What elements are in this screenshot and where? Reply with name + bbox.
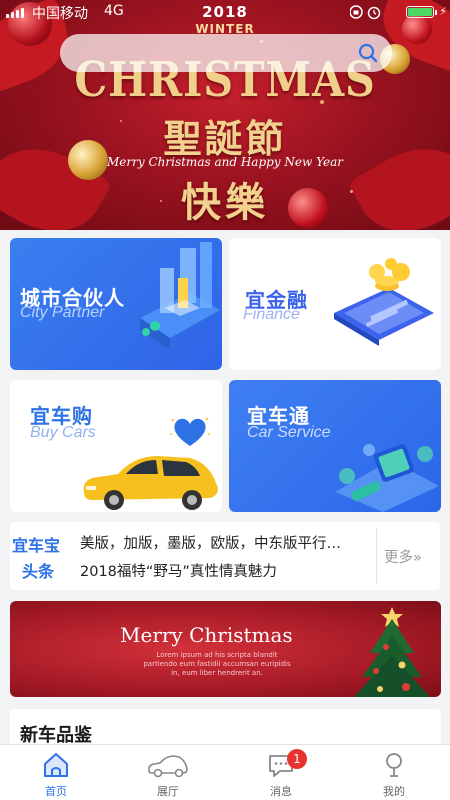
promo-subtitle: Lorem ipsum ad his scripta blandit parti… [143,651,291,677]
news-headline[interactable]: 2018福特“野马”真性情真魅力 [80,560,376,581]
news-logo-line2: 头条 [22,562,55,581]
charging-icon: ⚡ [439,5,447,18]
tab-showroom[interactable]: 展厅 [112,745,224,800]
tab-label: 展厅 [157,785,179,798]
search-icon[interactable] [358,43,378,63]
status-bar: 中国移动 4G ⚡ [0,0,450,24]
news-ticker[interactable]: 宜车宝 头条 美版，加版，墨版，欧版，中东版平行… 2018福特“野马”真性情真… [10,522,440,590]
city-partner-card[interactable]: 城市合伙人 City Partner [10,238,222,370]
signal-icon [6,6,28,18]
tab-home[interactable]: 首页 [0,745,112,800]
carrier-name: 中国移动 [32,6,88,22]
city-illustration [140,242,220,350]
status-icons [350,5,381,20]
card-subtitle: Buy Cars [30,424,96,441]
tab-profile[interactable]: 我的 [338,745,450,800]
battery-fill [408,8,432,16]
tab-bar: 首页 展厅 1 消息 我的 [0,744,450,800]
buy-cars-card[interactable]: 宜车购 Buy Cars [10,380,222,512]
finance-card[interactable]: 宜金融 Finance [229,238,441,370]
news-logo: 宜车宝 头条 [10,526,74,586]
home-icon [44,753,68,777]
heart-icon [170,417,210,446]
news-headline[interactable]: 美版，加版，墨版，欧版，中东版平行… [80,532,376,553]
tab-label: 我的 [383,785,405,798]
hero-cn-subtitle: 快樂 [181,179,269,226]
search-input[interactable] [60,34,392,72]
more-button[interactable]: 更多» [384,546,422,567]
user-icon [386,753,402,777]
home-screen: 2018 WINTER CHRISTMAS 聖誕節 Merry Christma… [0,0,450,800]
car-icon [148,755,188,778]
alarm-icon [367,6,381,20]
more-label: 更多 [384,550,413,566]
car-service-card[interactable]: 宜车通 Car Service [229,380,441,512]
tab-messages[interactable]: 1 消息 [225,745,337,800]
battery-icon [406,6,434,18]
battery-nub [435,10,437,15]
unread-badge: 1 [287,749,307,769]
promo-banner[interactable]: Merry Christmas Lorem ipsum ad his scrip… [10,601,441,697]
lock-rotation-icon [350,5,363,19]
network-type: 4G [104,3,124,19]
finance-illustration [334,258,434,346]
divider [376,528,377,584]
news-logo-line1: 宜车宝 [12,536,61,555]
card-subtitle: City Partner [20,304,105,321]
hero-script: Merry Christmas and Happy New Year [107,155,343,169]
christmas-tree-icon [354,607,430,697]
new-car-section: 新车品鉴 [10,709,441,749]
promo-title: Merry Christmas [120,623,293,647]
car-illustration [83,456,219,510]
service-illustration [335,444,439,512]
chevron-right-icon: » [413,550,422,566]
card-subtitle: Finance [243,306,300,323]
tab-label: 消息 [270,785,292,798]
tab-label: 首页 [45,785,67,798]
card-subtitle: Car Service [247,424,331,441]
